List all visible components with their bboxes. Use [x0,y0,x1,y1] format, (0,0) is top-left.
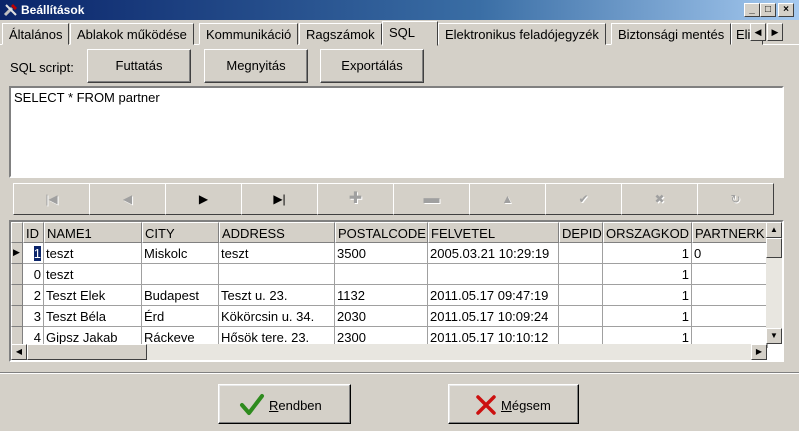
scroll-up-icon[interactable]: ▲ [766,222,782,238]
grid-cell[interactable]: 1 [603,306,692,327]
grid-cell[interactable] [692,285,768,306]
nav-edit-icon[interactable]: ▲ [469,183,546,215]
grid-cell[interactable]: 2011.05.17 10:09:24 [428,306,559,327]
scroll-thumb[interactable] [766,238,782,258]
grid-cell[interactable]: teszt [44,264,142,285]
tab-altalanos[interactable]: Általános [2,23,70,45]
grid-cell[interactable]: 2011.05.17 09:47:19 [428,285,559,306]
nav-prior-icon[interactable]: ◀ [89,183,166,215]
grid-cell[interactable]: 2005.03.21 10:29:19 [428,243,559,264]
grid-cell[interactable] [559,285,603,306]
grid-cell[interactable] [559,243,603,264]
column-header-depid[interactable]: DEPID [559,222,603,243]
tab-ablakok[interactable]: Ablakok működése [70,23,194,45]
nav-delete-icon[interactable]: ▬ [393,183,470,215]
divider [0,372,799,374]
scroll-right-icon[interactable]: ▶ [751,344,767,360]
grid-cell[interactable]: 1 [603,264,692,285]
tab-elektronikus-feladojegyzek[interactable]: Elektronikus feladójegyzék [438,23,606,45]
grid-cell[interactable] [692,264,768,285]
grid-cell[interactable]: Teszt Béla [44,306,142,327]
row-indicator[interactable] [11,285,23,306]
column-header-partnerk[interactable]: PARTNERK [692,222,768,243]
column-header-orszagkod[interactable]: ORSZAGKOD [603,222,692,243]
partner-data-grid[interactable]: ID NAME1 CITY ADDRESS POSTALCODE FELVETE… [9,220,784,362]
tab-scroll-left-icon[interactable]: ◀ [750,23,766,41]
column-header-name1[interactable]: NAME1 [44,222,142,243]
settings-tools-icon [3,4,17,17]
grid-cell[interactable]: 0 [692,243,768,264]
nav-cancel-icon[interactable]: ✖ [621,183,698,215]
cross-icon [476,395,496,415]
nav-insert-icon[interactable]: ✚ [317,183,394,215]
tab-biztonsagi-mentes[interactable]: Biztonsági mentés [611,23,732,45]
sql-script-label: SQL script: [10,60,74,75]
grid-cell[interactable]: teszt [219,243,335,264]
grid-cell[interactable]: 2 [23,285,44,306]
table-row[interactable]: 1 [23,243,44,264]
ok-button[interactable]: Rendben [218,384,351,424]
export-button[interactable]: Exportálás [320,49,424,83]
scroll-thumb-horizontal[interactable] [27,344,147,360]
grid-cell[interactable]: 0 [23,264,44,285]
cancel-button[interactable]: Mégsem [448,384,579,424]
grid-cell[interactable]: Budapest [142,285,219,306]
tab-scroll-right-icon[interactable]: ▶ [767,23,783,41]
row-indicator[interactable] [11,264,23,285]
grid-cell[interactable]: 1132 [335,285,428,306]
scroll-down-icon[interactable]: ▼ [766,328,782,344]
vertical-scrollbar[interactable]: ▲ ▼ [766,222,782,344]
column-header-city[interactable]: CITY [142,222,219,243]
ok-button-label: Rendben [269,398,322,413]
tab-sql[interactable]: SQL [382,21,438,46]
run-button[interactable]: Futtatás [87,49,191,83]
tab-ragszamok[interactable]: Ragszámok [299,23,382,45]
cancel-button-label: Mégsem [501,398,551,413]
grid-cell[interactable]: 3500 [335,243,428,264]
sql-script-textarea[interactable]: SELECT * FROM partner [9,86,784,178]
nav-last-icon[interactable]: ▶| [241,183,318,215]
nav-next-icon[interactable]: ▶ [165,183,242,215]
grid-cell[interactable] [219,264,335,285]
grid-cell[interactable]: teszt [44,243,142,264]
nav-first-icon[interactable]: |◀ [13,183,90,215]
grid-cell-selected[interactable]: 1 [33,246,41,261]
tab-strip: Általános Ablakok működése Kommunikáció … [0,21,799,46]
grid-cell[interactable]: 1 [603,243,692,264]
grid-cell[interactable] [559,264,603,285]
close-button[interactable]: × [778,3,794,17]
scroll-left-icon[interactable]: ◀ [11,344,27,360]
horizontal-scrollbar[interactable]: ◀ ▶ [11,344,767,360]
grid-cell[interactable] [559,306,603,327]
open-button[interactable]: Megnyitás [204,49,308,83]
column-header-id[interactable]: ID [23,222,44,243]
grid-cell[interactable] [142,264,219,285]
nav-refresh-icon[interactable]: ↻ [697,183,774,215]
column-header-felvetel[interactable]: FELVETEL [428,222,559,243]
column-header-address[interactable]: ADDRESS [219,222,335,243]
column-header-postalcode[interactable]: POSTALCODE [335,222,428,243]
grid-cell[interactable]: 1 [603,285,692,306]
checkmark-icon [240,394,264,415]
grid-cell[interactable]: Teszt Elek [44,285,142,306]
grid-cell[interactable] [692,306,768,327]
maximize-button[interactable]: □ [760,3,776,17]
minimize-button[interactable]: _ [744,3,760,17]
row-indicator[interactable] [11,306,23,327]
row-indicator-icon[interactable]: ▶ [11,243,23,264]
grid-corner [11,222,23,243]
grid-cell[interactable]: Kökörcsin u. 34. [219,306,335,327]
grid-cell[interactable]: Teszt u. 23. [219,285,335,306]
grid-cell[interactable] [335,264,428,285]
grid-cell[interactable]: 2030 [335,306,428,327]
grid-cell[interactable]: Érd [142,306,219,327]
grid-cell[interactable]: 3 [23,306,44,327]
grid-cell[interactable]: Miskolc [142,243,219,264]
nav-post-icon[interactable]: ✔ [545,183,622,215]
grid-cell[interactable] [428,264,559,285]
title-bar[interactable]: Beállítások _ □ × [0,0,799,20]
tab-kommunikacio[interactable]: Kommunikáció [199,23,299,45]
window-title: Beállítások [21,3,85,17]
